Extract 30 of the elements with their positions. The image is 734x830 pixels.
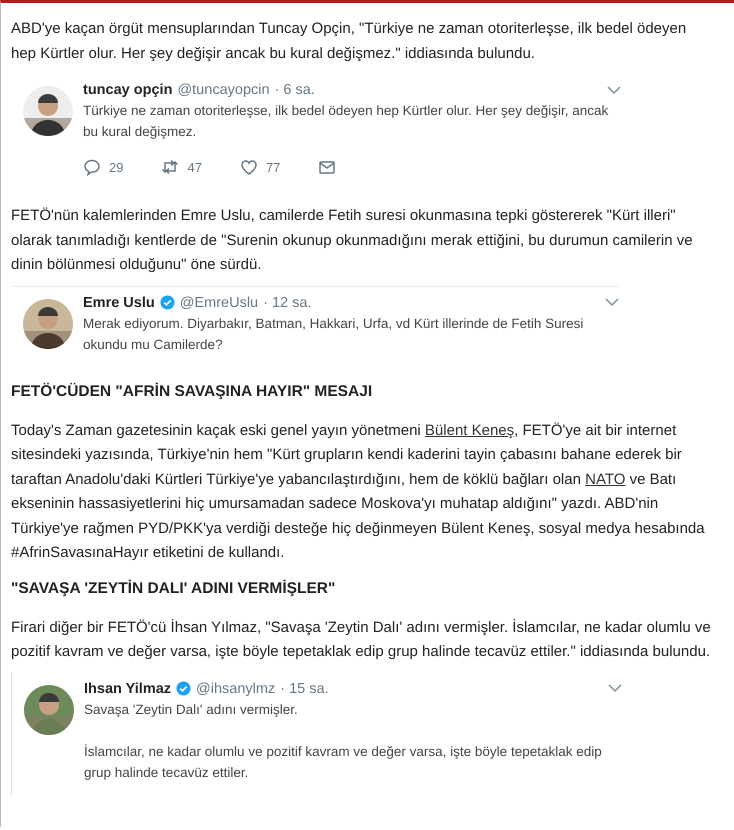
action-count: 47 bbox=[187, 160, 202, 174]
author-handle[interactable]: @EmreUslu bbox=[180, 294, 258, 310]
author-handle[interactable]: @tuncayopcin bbox=[177, 82, 270, 98]
tweet-text: Merak ediyorum. Diyarbakır, Batman, Hakkari, Urfa, vd Kürt illerinde de Fetih Suresi okundu mu Camilerde? bbox=[83, 314, 584, 354]
article-link[interactable]: Bülent Keneş bbox=[424, 422, 514, 438]
tweet-text: Türkiye ne zaman otoriterleşse, ilk bedel ödeyen hep Kürtler olur. Her şey değişir, ancak bu kural değişmez. bbox=[83, 102, 610, 141]
article-paragraph: FETÖ'nün kalemlerinden Emre Uslu, camilerde Fetih suresi okunmasına tepki göstererek "Kürt illeri" olarak tanımladığı kentlerde de "Surenin okunup okunmadığını merak ettiğini, bu durumun camilerin ve dinin bölünmesi olduğunu" öne sürdü. bbox=[11, 206, 694, 275]
tweet-text: Savaşa 'Zeytin Dalı' adını vermişler. bbox=[84, 700, 299, 719]
heart-icon[interactable] bbox=[240, 158, 258, 176]
section-heading: "SAVAŞA 'ZEYTİN DALI' ADINI VERMİŞLER" bbox=[11, 580, 336, 598]
caret-icon[interactable] bbox=[608, 684, 622, 693]
tweet-time[interactable]: · 12 sa. bbox=[263, 294, 312, 310]
author-name[interactable]: tuncay opçin bbox=[83, 82, 172, 98]
article-paragraph: Today's Zaman gazetesinin kaçak eski genel yayın yönetmeni Bülent Keneş, FETÖ'ye ait bir internet sitesindeki yazısında, Türkiye'nin hem "Kürt grupların kendi kaderini tayin çabasını bahane ederek bir taraftan Anadolu'daki Kürtleri Türkiye'ye yabancılaştırdığını, hem de köklü bağları olan NATO ve Batı ekseninin hassasiyetlerini hiç umursamadan sadece Moskova'yı muhatap aldığını" yazdı. ABD'nin Türkiye'ye rağmen PYD/PKK'ya verdiği desteğe hiç değinmeyen Bülent Keneş, sosyal medya hesabında #AfrinSavasınaHayır etiketini de kullandı. bbox=[11, 420, 706, 563]
retweet-icon[interactable] bbox=[161, 158, 180, 176]
article-paragraph: Firari diğer bir FETÖ'cü İhsan Yılmaz, "Savaşa 'Zeytin Dalı' adını vermişler. İslamcılar, ne kadar olumlu ve pozitif kavram ve değer varsa, işte böyle tepetaklak edip grup halinde tecavüz ettiler." iddiasında bulundu. bbox=[11, 618, 711, 662]
article-paragraph: ABD'ye kaçan örgüt mensuplarından Tuncay Opçin, "Türkiye ne zaman otoriterleşse, ilk bedel ödeyen hep Kürtler olur. Her şey değişir ancak bu kural değişmez." iddiasında bulundu. bbox=[11, 19, 688, 64]
author-name[interactable]: Emre Uslu bbox=[83, 294, 155, 310]
tweet-time[interactable]: · 6 sa. bbox=[274, 82, 315, 98]
article-link[interactable]: NATO bbox=[585, 470, 626, 488]
section-heading: FETÖ'CÜDEN "AFRİN SAVAŞINA HAYIR" MESAJI bbox=[11, 382, 374, 400]
caret-icon[interactable] bbox=[607, 86, 621, 94]
author-name[interactable]: Ihsan Yilmaz bbox=[84, 680, 172, 696]
tweet-text: İslamcılar, ne kadar olumlu ve pozitif kavram ve değer varsa, işte böyle tepetaklak edip grup halinde tecavüz ettiler. bbox=[84, 742, 603, 782]
action-count: 77 bbox=[266, 160, 280, 174]
tweet-time[interactable]: · 15 sa. bbox=[280, 680, 329, 696]
author-handle[interactable]: @ihsanylmz bbox=[196, 680, 276, 696]
caret-icon[interactable] bbox=[605, 298, 619, 307]
reply-icon[interactable] bbox=[83, 158, 101, 176]
action-count: 29 bbox=[109, 160, 124, 174]
